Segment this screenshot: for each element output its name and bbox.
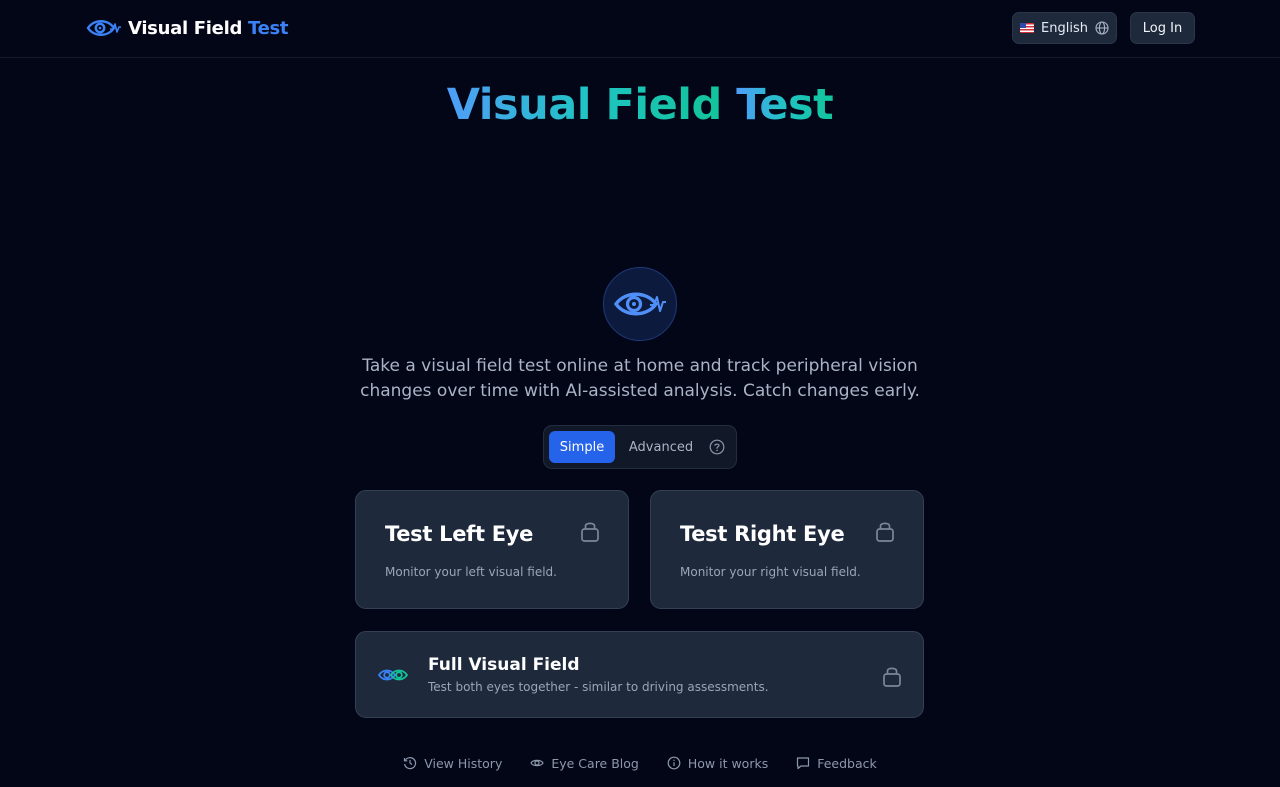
globe-icon	[1095, 21, 1109, 35]
login-button[interactable]: Log In	[1130, 12, 1195, 44]
card-title: Full Visual Field	[428, 655, 580, 675]
lock-icon	[883, 667, 901, 687]
page-title: Visual Field Test	[0, 80, 1280, 130]
footer-link-label: Eye Care Blog	[551, 755, 639, 771]
feedback-link[interactable]: Feedback	[796, 752, 877, 774]
top-navigation-bar: Visual Field Test English Log In	[0, 0, 1280, 58]
mode-simple-button[interactable]: Simple	[549, 431, 615, 463]
card-title: Test Left Eye	[385, 522, 534, 546]
us-flag-icon	[1020, 23, 1035, 33]
language-label: English	[1041, 20, 1088, 36]
view-history-link[interactable]: View History	[403, 752, 502, 774]
hero-tagline: Take a visual field test online at home …	[340, 354, 940, 404]
history-icon	[404, 757, 417, 770]
eye-icon	[530, 759, 545, 767]
brand-logo-link[interactable]: Visual Field Test	[86, 14, 289, 42]
page-title-word1: Visual Field	[446, 80, 723, 130]
card-description: Test both eyes together - similar to dri…	[428, 680, 769, 694]
card-description: Monitor your left visual field.	[385, 565, 557, 579]
card-description: Monitor your right visual field.	[680, 565, 861, 579]
eye-pulse-icon	[613, 292, 666, 316]
footer-link-label: How it works	[687, 755, 769, 771]
mode-advanced-button[interactable]: Advanced	[628, 431, 694, 463]
eye-care-blog-link[interactable]: Eye Care Blog	[530, 752, 639, 774]
hero-eye-badge	[603, 267, 677, 341]
how-it-works-link[interactable]: How it works	[667, 752, 768, 774]
tagline-line-1: Take a visual field test online at home …	[362, 356, 918, 376]
brand-name-word2: Test	[248, 17, 289, 39]
lock-icon	[581, 522, 599, 542]
language-selector-button[interactable]: English	[1012, 12, 1117, 44]
test-mode-toggle: Simple Advanced	[543, 425, 737, 469]
full-visual-field-card[interactable]: Full Visual Field Test both eyes togethe…	[355, 631, 924, 718]
footer-links: View History Eye Care Blog How it works …	[0, 752, 1280, 774]
tagline-line-2: changes over time with AI-assisted analy…	[360, 381, 920, 401]
eye-pulse-logo-icon	[86, 20, 121, 36]
test-right-eye-card[interactable]: Test Right Eye Monitor your right visual…	[650, 490, 924, 609]
lock-icon	[876, 522, 894, 542]
binocular-eyes-icon	[378, 669, 409, 681]
card-title: Test Right Eye	[680, 522, 845, 546]
footer-link-label: View History	[424, 755, 503, 771]
info-icon	[667, 756, 681, 770]
help-circle-icon[interactable]	[709, 439, 725, 455]
brand-name: Visual Field Test	[128, 17, 289, 39]
test-left-eye-card[interactable]: Test Left Eye Monitor your left visual f…	[355, 490, 629, 609]
chat-bubble-icon	[797, 757, 810, 770]
footer-link-label: Feedback	[817, 755, 877, 771]
brand-name-word1: Visual Field	[128, 17, 243, 39]
page-title-word2: Test	[736, 80, 834, 130]
